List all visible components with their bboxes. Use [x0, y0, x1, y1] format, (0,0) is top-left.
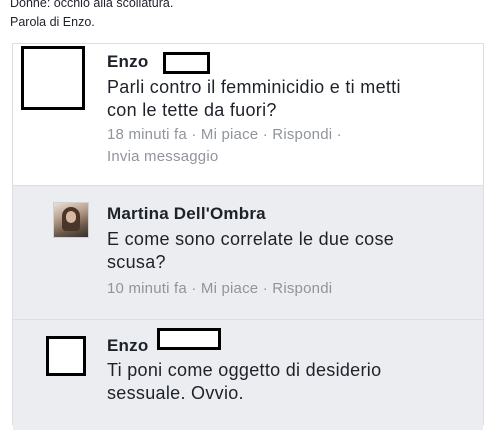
comment-text-line-1: Parli contro il femminicidio e ti metti	[107, 77, 401, 97]
meta-separator: ·	[332, 126, 342, 143]
comment-text-line-2: sessuale. Ovvio.	[107, 383, 244, 403]
meta-separator: ·	[258, 126, 273, 143]
comment-meta: 18 minuti fa · Mi piace · Rispondi ·	[107, 125, 342, 145]
redacted-surname-box	[163, 52, 210, 74]
comment-author-name[interactable]: Martina Dell'Ombra	[107, 204, 266, 224]
comment-text-line-1: Ti poni come oggetto di desiderio	[107, 360, 382, 380]
reply-link[interactable]: Rispondi	[272, 280, 332, 297]
avatar-photo-face	[66, 211, 76, 223]
comment-author-name[interactable]: Enzo	[107, 336, 148, 356]
comment-thread: Enzo Parli contro il femminicidio e ti m…	[12, 43, 484, 430]
meta-separator: ·	[186, 280, 201, 297]
avatar[interactable]	[53, 202, 89, 238]
comment-timestamp[interactable]: 18 minuti fa	[107, 126, 187, 143]
comment: Enzo Ti poni come oggetto di desiderio s…	[13, 320, 483, 430]
redacted-surname-box	[157, 328, 221, 350]
send-message-link[interactable]: Invia messaggio	[107, 147, 218, 167]
like-link[interactable]: Mi piace	[201, 280, 258, 297]
comment-meta: 10 minuti fa · Mi piace · Rispondi	[107, 279, 332, 299]
comment-text-line-2: scusa?	[107, 252, 166, 272]
post-caption-line-2: Parola di Enzo.	[10, 15, 95, 29]
comment-text-line-2: con le tette da fuori?	[107, 100, 277, 120]
comment-author-name[interactable]: Enzo	[107, 52, 148, 72]
comment: Enzo Parli contro il femminicidio e ti m…	[13, 44, 483, 186]
comment-text-line-1: E come sono correlate le due cose	[107, 229, 395, 249]
reply-link[interactable]: Rispondi	[272, 126, 332, 143]
avatar[interactable]	[46, 336, 86, 376]
post-caption-line-1: Donne: occhio alla scollatura.	[10, 0, 174, 10]
avatar[interactable]	[21, 46, 85, 110]
meta-separator: ·	[186, 126, 201, 143]
meta-separator: ·	[258, 280, 273, 297]
comment: Martina Dell'Ombra E come sono correlate…	[13, 186, 483, 320]
like-link[interactable]: Mi piace	[201, 126, 258, 143]
comment-timestamp[interactable]: 10 minuti fa	[107, 280, 187, 297]
